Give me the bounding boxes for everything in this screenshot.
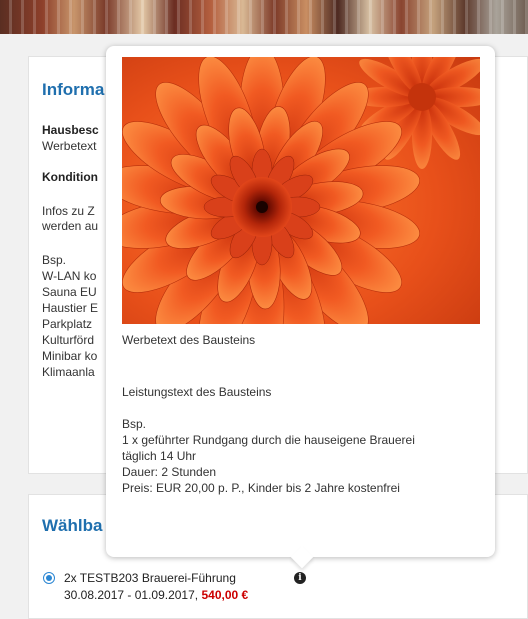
info-line: werden au [42, 219, 99, 233]
info-line: Sauna EU [42, 285, 97, 299]
module-details-popover: Werbetext des Bausteins Leistungstext de… [106, 46, 495, 569]
info-line: Minibar ko [42, 349, 98, 363]
detail-line: Bsp. [122, 417, 147, 431]
option-dates: 30.08.2017 - 01.09.2017, [64, 588, 199, 602]
info-line: Parkplatz [42, 317, 93, 331]
info-line: Kondition [42, 170, 98, 184]
detail-line: Preis: EUR 20,00 p. P., Kinder bis 2 Jah… [122, 481, 400, 495]
detail-line: Dauer: 2 Stunden [122, 465, 217, 479]
info-line: Klimaanla [42, 365, 95, 379]
information-title: Informa [42, 80, 105, 99]
detail-line: 1 x geführter Rundgang durch die hauseig… [122, 433, 415, 447]
option-radio[interactable] [43, 572, 55, 584]
info-line: Infos zu Z [42, 204, 95, 218]
option-label[interactable]: 2x TESTB203 Brauerei-Führung [64, 571, 236, 586]
info-line: W-LAN ko [42, 269, 97, 283]
option-dates-price: 30.08.2017 - 01.09.2017, 540,00 € [64, 588, 248, 603]
option-price: 540,00 € [201, 588, 249, 602]
info-circle-icon[interactable]: i [294, 572, 306, 584]
service-text: Leistungstext des Bausteins [122, 385, 272, 399]
info-line: Werbetext [42, 139, 97, 153]
info-line: Haustier E [42, 301, 99, 315]
info-line: Kulturförd [42, 333, 95, 347]
orange-flower-image [122, 57, 480, 324]
selectable-title: Wählba [42, 516, 103, 535]
promo-text: Werbetext des Bausteins [122, 333, 256, 347]
detail-line: täglich 14 Uhr [122, 449, 197, 463]
info-line: Bsp. [42, 253, 67, 267]
info-line: Hausbesc [42, 123, 99, 137]
hero-image-strip [0, 0, 528, 34]
